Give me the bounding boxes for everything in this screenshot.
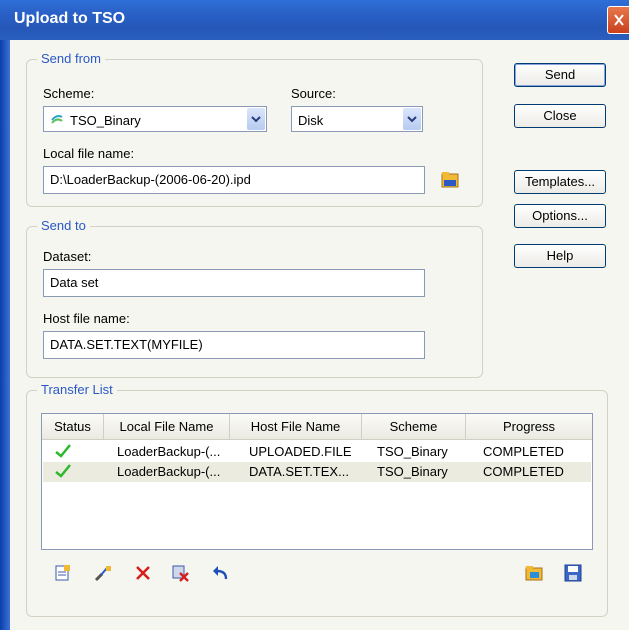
transfer-list-group: Transfer List Status Local File Name Hos… [26, 382, 608, 617]
host-file-input[interactable]: DATA.SET.TEXT(MYFILE) [43, 331, 425, 359]
upload-dialog: Upload to TSO Send from Scheme: TSO_Bina… [0, 0, 629, 630]
dataset-label: Dataset: [43, 249, 92, 264]
edit-item-icon[interactable] [53, 563, 73, 583]
local-file-input[interactable]: D:\LoaderBackup-(2006-06-20).ipd [43, 166, 425, 194]
send-button[interactable]: Send [514, 63, 606, 87]
close-icon [614, 14, 624, 26]
row-local-file: LoaderBackup-(... [117, 464, 221, 479]
templates-button[interactable]: Templates... [514, 170, 606, 194]
source-value: Disk [298, 113, 324, 128]
column-header-host-file[interactable]: Host File Name [230, 414, 362, 440]
column-header-scheme[interactable]: Scheme [362, 414, 466, 440]
window-close-button[interactable] [607, 6, 629, 34]
window-title: Upload to TSO [14, 10, 126, 27]
tso-scheme-icon [51, 115, 63, 124]
row-progress: COMPLETED [483, 444, 564, 459]
row-host-file: DATA.SET.TEX... [249, 464, 349, 479]
table-row[interactable]: LoaderBackup-(... DATA.SET.TEX... TSO_Bi… [43, 462, 591, 482]
open-folder-icon[interactable] [524, 563, 544, 583]
chevron-down-icon [407, 116, 417, 123]
send-to-group: Send to Dataset: Data set Host file name… [26, 218, 483, 378]
column-header-status[interactable]: Status [42, 414, 104, 440]
column-header-local-file[interactable]: Local File Name [104, 414, 230, 440]
row-progress: COMPLETED [483, 464, 564, 479]
chevron-down-icon [251, 116, 261, 123]
scheme-value: TSO_Binary [70, 113, 141, 128]
checkmark-icon [55, 464, 71, 478]
send-to-legend: Send to [37, 218, 90, 233]
local-file-label: Local file name: [43, 146, 135, 161]
edit-properties-icon[interactable] [93, 563, 113, 583]
close-button[interactable]: Close [514, 104, 606, 128]
dataset-input[interactable]: Data set [43, 269, 425, 297]
help-button[interactable]: Help [514, 244, 606, 268]
scheme-dropdown-arrow[interactable] [247, 108, 265, 130]
scheme-select[interactable]: TSO_Binary [43, 106, 267, 132]
cancel-transfer-icon[interactable] [171, 563, 191, 583]
source-select[interactable]: Disk [291, 106, 423, 132]
undo-icon[interactable] [211, 563, 231, 583]
source-dropdown-arrow[interactable] [403, 108, 421, 130]
table-row[interactable]: LoaderBackup-(... UPLOADED.FILE TSO_Bina… [43, 442, 591, 462]
send-from-legend: Send from [37, 51, 105, 66]
folder-browse-icon[interactable] [441, 171, 459, 189]
row-scheme: TSO_Binary [377, 444, 448, 459]
source-label: Source: [291, 86, 336, 101]
dialog-body: Send from Scheme: TSO_Binary Source: Dis… [10, 40, 629, 630]
title-bar[interactable]: Upload to TSO [0, 0, 629, 40]
checkmark-icon [55, 444, 71, 458]
save-icon[interactable] [563, 563, 583, 583]
send-from-group: Send from Scheme: TSO_Binary Source: Dis… [26, 51, 483, 207]
column-header-progress[interactable]: Progress [466, 414, 592, 440]
options-button[interactable]: Options... [514, 204, 606, 228]
scheme-label: Scheme: [43, 86, 95, 101]
row-local-file: LoaderBackup-(... [117, 444, 221, 459]
delete-icon[interactable] [133, 563, 153, 583]
transfer-list[interactable]: Status Local File Name Host File Name Sc… [41, 413, 593, 550]
transfer-list-legend: Transfer List [37, 382, 117, 397]
row-host-file: UPLOADED.FILE [249, 444, 352, 459]
row-scheme: TSO_Binary [377, 464, 448, 479]
host-file-label: Host file name: [43, 311, 130, 326]
window-frame [0, 40, 10, 630]
